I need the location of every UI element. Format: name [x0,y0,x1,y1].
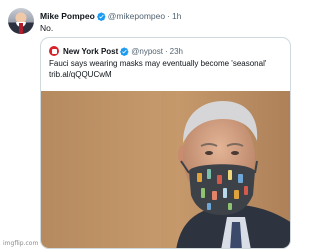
man-wearing-mask-photo[interactable] [41,91,290,248]
quoted-tweet-link[interactable]: trib.al/qQQUCwM [49,70,287,81]
quoted-tweet-header: New York Post @nypost · 23h [49,45,183,57]
quoted-tweet-headline: Fauci says wearing masks may eventually … [49,59,267,68]
verified-badge-icon [96,11,106,21]
tweet-header: Mike Pompeo @mikepompeo · 1h [40,9,181,23]
quoted-author-name: New York Post [63,46,119,56]
nypost-logo-icon [49,46,59,56]
verified-badge-icon [120,46,129,56]
quoted-tweet-timestamp: 23h [169,46,184,56]
quoted-header-separator: · [164,46,168,56]
author-avatar[interactable] [8,8,34,34]
avatar-tie [19,23,23,34]
tweet[interactable]: Mike Pompeo @mikepompeo · 1h No. New Yor… [0,0,300,250]
header-separator: · [167,11,170,21]
tweet-text: No. [40,23,54,33]
imgflip-watermark: imgflip.com [3,240,39,247]
photo-illustration [41,91,290,248]
tweet-timestamp[interactable]: 1h [172,11,181,21]
quoted-tweet-text: Fauci says wearing masks may eventually … [49,59,287,80]
quoted-tweet-card[interactable]: New York Post @nypost · 23h Fauci says w… [40,37,291,249]
author-handle[interactable]: @mikepompeo [108,11,165,21]
author-name[interactable]: Mike Pompeo [40,11,95,21]
quoted-author-handle: @nypost [131,46,163,56]
